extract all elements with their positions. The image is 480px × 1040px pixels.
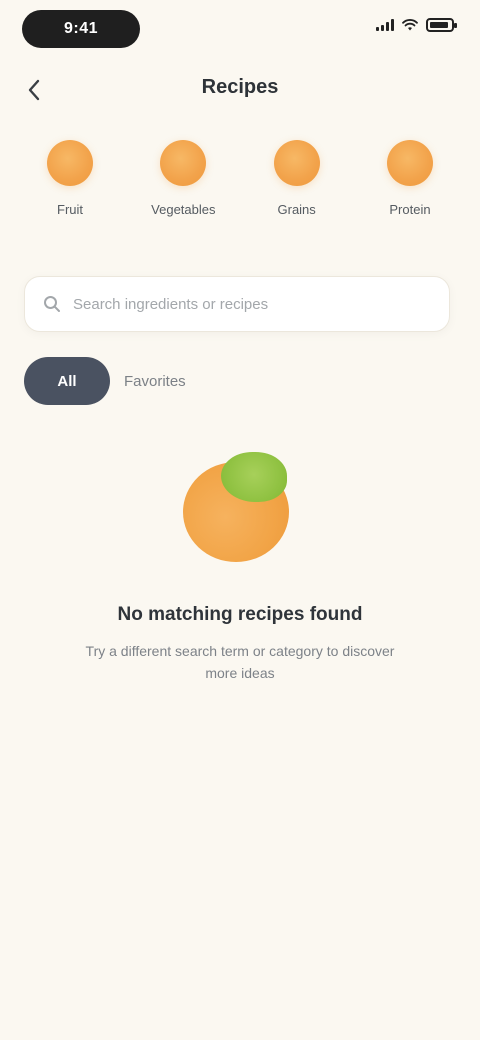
orange-fruit-icon <box>386 140 433 186</box>
battery-icon <box>426 18 457 32</box>
empty-state: No matching recipes found Try a differen… <box>0 440 480 684</box>
category-fruit[interactable]: Fruit <box>20 140 120 236</box>
category-label: Vegetables <box>151 202 216 217</box>
search-icon <box>44 296 60 312</box>
category-protein[interactable]: Protein <box>360 140 460 236</box>
orange-fruit-icon <box>273 140 320 186</box>
category-grains[interactable]: Grains <box>247 140 347 236</box>
orange-fruit-icon <box>160 140 207 186</box>
category-label: Grains <box>277 202 316 217</box>
header: Recipes <box>0 66 480 114</box>
empty-state-subtitle: Try a different search term or category … <box>85 643 395 681</box>
orange-illustration-icon <box>175 440 305 570</box>
empty-state-title: No matching recipes found <box>117 604 363 625</box>
category-label: Fruit <box>57 202 83 217</box>
app-screen: 9:41 Recipes Fruit Vegetables Grains Pro… <box>0 0 480 1040</box>
search-input[interactable] <box>71 294 431 314</box>
orange-fruit-icon <box>47 140 93 186</box>
category-row: Fruit Vegetables Grains Protein <box>20 140 460 236</box>
status-time-pill: 9:41 <box>22 10 140 48</box>
category-label: Protein <box>389 202 431 217</box>
filter-chip-all[interactable]: All <box>24 357 110 405</box>
leaf-shape <box>221 452 287 502</box>
filter-row: All Favorites <box>24 356 186 406</box>
page-title: Recipes <box>201 76 279 98</box>
filter-favorites[interactable]: Favorites <box>124 373 186 390</box>
search-box[interactable] <box>24 276 450 332</box>
status-icons <box>376 18 457 32</box>
wifi-icon <box>402 19 418 31</box>
category-vegetables[interactable]: Vegetables <box>133 140 233 236</box>
status-time: 9:41 <box>63 20 99 37</box>
signal-icon <box>376 19 394 31</box>
status-bar: 9:41 <box>0 0 480 60</box>
